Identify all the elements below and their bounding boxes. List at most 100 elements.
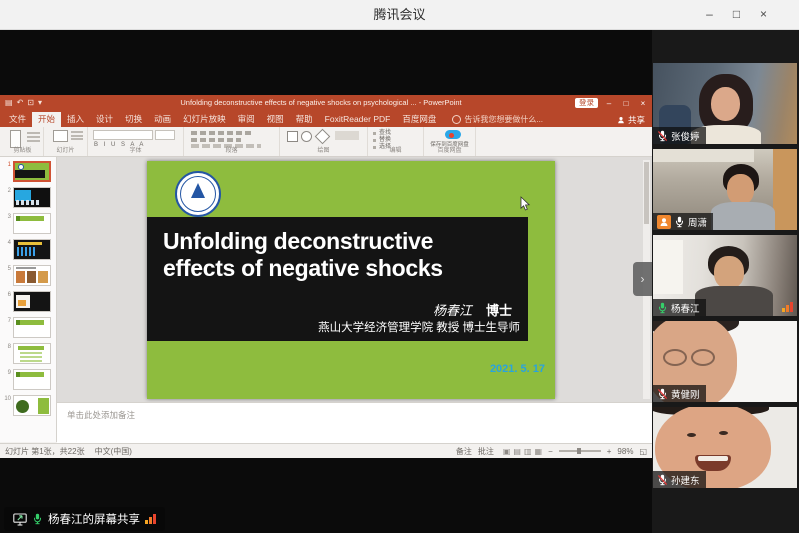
participant-name-bar: 张俊婷 bbox=[653, 127, 706, 144]
fit-to-window-button[interactable]: ◱ bbox=[639, 447, 647, 456]
participant-name: 孙建东 bbox=[671, 473, 700, 487]
ppt-tab-动画[interactable]: 动画 bbox=[148, 112, 177, 127]
participant-video-tile-黄健刚[interactable]: 黄健刚 bbox=[653, 321, 797, 402]
ppt-ribbon: 剪贴板 幻灯片 B I U S A A 字体 段落 绘图 查找替换选择 编辑 保… bbox=[0, 127, 652, 157]
ribbon-group-label: 百度网盘 bbox=[424, 148, 475, 155]
ppt-tab-插入[interactable]: 插入 bbox=[61, 112, 90, 127]
slide-thumbnail-6[interactable]: 6 bbox=[0, 291, 56, 312]
ppt-statusbar: 幻灯片 第1张，共22张 中文(中国) 备注 批注 ▣▤▥▦ − + 98% ◱ bbox=[0, 443, 652, 458]
zoom-slider[interactable] bbox=[559, 450, 601, 452]
ppt-signin-button[interactable]: 登录 bbox=[575, 98, 598, 108]
zoom-out-button[interactable]: − bbox=[548, 447, 553, 456]
slideshow-icon[interactable]: ⊡ bbox=[27, 95, 34, 111]
slide-thumbnail-1[interactable]: 1 bbox=[0, 161, 56, 182]
view-switcher-buttons[interactable]: ▣▤▥▦ bbox=[500, 447, 542, 456]
ppt-share-button[interactable]: 共享 bbox=[617, 114, 645, 126]
ppt-tab-设计[interactable]: 设计 bbox=[90, 112, 119, 127]
slide-number: 2 bbox=[3, 187, 11, 208]
slide-thumbnail-preview[interactable] bbox=[13, 343, 51, 364]
customize-qat-icon[interactable]: ▾ bbox=[38, 95, 42, 111]
ppt-tab-视图[interactable]: 视图 bbox=[261, 112, 290, 127]
slide-author: 杨春江博士 bbox=[433, 300, 512, 319]
slide-thumbnail-3[interactable]: 3 bbox=[0, 213, 56, 234]
slide-thumbnail-preview[interactable] bbox=[13, 187, 51, 208]
participant-video-tile-杨春江[interactable]: 杨春江 bbox=[653, 235, 797, 316]
slide-thumbnail-preview[interactable] bbox=[13, 317, 51, 338]
comments-toggle-button[interactable]: 批注 bbox=[478, 446, 494, 457]
notes-pane[interactable]: 单击此处添加备注 bbox=[57, 402, 652, 443]
app-titlebar: 腾讯会议 – □ × bbox=[0, 0, 799, 30]
slide-editing-area: Unfolding deconstructive effects of nega… bbox=[57, 157, 652, 402]
ppt-tab-幻灯片放映[interactable]: 幻灯片放映 bbox=[177, 112, 232, 127]
sidebar-expand-chevron-button[interactable]: › bbox=[633, 262, 652, 296]
view-icon[interactable]: ▣ bbox=[503, 447, 511, 456]
slide-thumbnail-9[interactable]: 9 bbox=[0, 369, 56, 390]
app-title: 腾讯会议 bbox=[0, 0, 799, 30]
ppt-tab-开始[interactable]: 开始 bbox=[32, 112, 61, 127]
slide-number: 6 bbox=[3, 291, 11, 312]
slide-thumbnail-2[interactable]: 2 bbox=[0, 187, 56, 208]
slide-thumbnail-preview[interactable] bbox=[13, 395, 51, 416]
ribbon-group-icons[interactable] bbox=[5, 129, 40, 142]
ppt-tab-FoxitReader PDF[interactable]: FoxitReader PDF bbox=[319, 112, 397, 127]
slide-thumbnail-preview[interactable] bbox=[13, 213, 51, 234]
slide-thumbnail-preview[interactable] bbox=[13, 291, 51, 312]
slide-number: 1 bbox=[3, 161, 11, 182]
slide-thumbnail-7[interactable]: 7 bbox=[0, 317, 56, 338]
ribbon-group-icons[interactable] bbox=[187, 129, 276, 142]
ppt-tab-百度网盘[interactable]: 百度网盘 bbox=[396, 112, 442, 127]
view-icon[interactable]: ▥ bbox=[524, 447, 532, 456]
notes-toggle-button[interactable]: 备注 bbox=[456, 446, 472, 457]
slide-thumbnail-8[interactable]: 8 bbox=[0, 343, 56, 364]
share-banner-label: 杨春江的屏幕共享 bbox=[48, 511, 140, 527]
ribbon-button-查找[interactable]: 查找 bbox=[371, 130, 420, 137]
slide-thumbnail-10[interactable]: 10 bbox=[0, 395, 56, 416]
undo-icon[interactable]: ↶ bbox=[17, 95, 24, 111]
ppt-close-button[interactable]: × bbox=[637, 99, 649, 108]
slide-canvas[interactable]: Unfolding deconstructive effects of nega… bbox=[147, 161, 555, 399]
ribbon-button-替换[interactable]: 替换 bbox=[371, 137, 420, 144]
ppt-maximize-button[interactable]: □ bbox=[620, 99, 632, 108]
slide-thumbnail-4[interactable]: 4 bbox=[0, 239, 56, 260]
participant-video-tile-孙建东[interactable]: 孙建东 bbox=[653, 407, 797, 488]
participant-name: 黄健刚 bbox=[671, 387, 700, 401]
microphone-on-icon bbox=[674, 216, 685, 228]
ppt-document-title: Unfolding deconstructive effects of nega… bbox=[110, 95, 532, 111]
maximize-button[interactable]: □ bbox=[723, 0, 750, 30]
save-icon[interactable]: ▤ bbox=[5, 95, 13, 111]
ribbon-group-icons[interactable] bbox=[427, 129, 472, 142]
language-indicator[interactable]: 中文(中国) bbox=[95, 446, 132, 457]
ppt-titlebar: ▤↶⊡▾ Unfolding deconstructive effects of… bbox=[0, 95, 652, 111]
slide-thumbnail-preview[interactable] bbox=[13, 161, 51, 182]
ppt-tab-切换[interactable]: 切换 bbox=[119, 112, 148, 127]
ribbon-group-icons[interactable] bbox=[47, 129, 84, 142]
ribbon-group-clipboard: 剪贴板 bbox=[2, 127, 44, 156]
slide-thumbnail-5[interactable]: 5 bbox=[0, 265, 56, 286]
zoom-in-button[interactable]: + bbox=[607, 447, 612, 456]
minimize-button[interactable]: – bbox=[696, 0, 723, 30]
participants-sidebar: 张俊婷 周潇 bbox=[652, 30, 799, 533]
ribbon-group-icons[interactable] bbox=[91, 129, 180, 142]
view-icon[interactable]: ▦ bbox=[535, 447, 543, 456]
microphone-on-icon bbox=[657, 302, 668, 314]
ppt-minimize-button[interactable]: – bbox=[603, 99, 615, 108]
zoom-percentage[interactable]: 98% bbox=[617, 447, 633, 456]
slide-thumbnail-preview[interactable] bbox=[13, 265, 51, 286]
slide-thumbnail-preview[interactable] bbox=[13, 239, 51, 260]
participant-name-bar: 杨春江 bbox=[653, 299, 706, 316]
slide-number: 3 bbox=[3, 213, 11, 234]
tell-me-search[interactable]: 告诉我您想要做什么... bbox=[452, 112, 543, 127]
ribbon-group-draw: 绘图 bbox=[280, 127, 368, 156]
ribbon-empty-space bbox=[476, 127, 652, 156]
slide-affiliation: 燕山大学经济管理学院 教授 博士生导师 bbox=[318, 319, 520, 335]
ppt-window-controls: 登录 – □ × bbox=[575, 95, 649, 111]
chevron-right-icon: › bbox=[641, 272, 645, 286]
participant-video-tile-周潇[interactable]: 周潇 bbox=[653, 149, 797, 230]
view-icon[interactable]: ▤ bbox=[513, 447, 521, 456]
ppt-tab-审阅[interactable]: 审阅 bbox=[232, 112, 261, 127]
slide-thumbnail-preview[interactable] bbox=[13, 369, 51, 390]
close-button[interactable]: × bbox=[750, 0, 777, 30]
ppt-tab-文件[interactable]: 文件 bbox=[3, 112, 32, 127]
participant-video-tile-张俊婷[interactable]: 张俊婷 bbox=[653, 63, 797, 144]
ppt-tab-帮助[interactable]: 帮助 bbox=[290, 112, 319, 127]
